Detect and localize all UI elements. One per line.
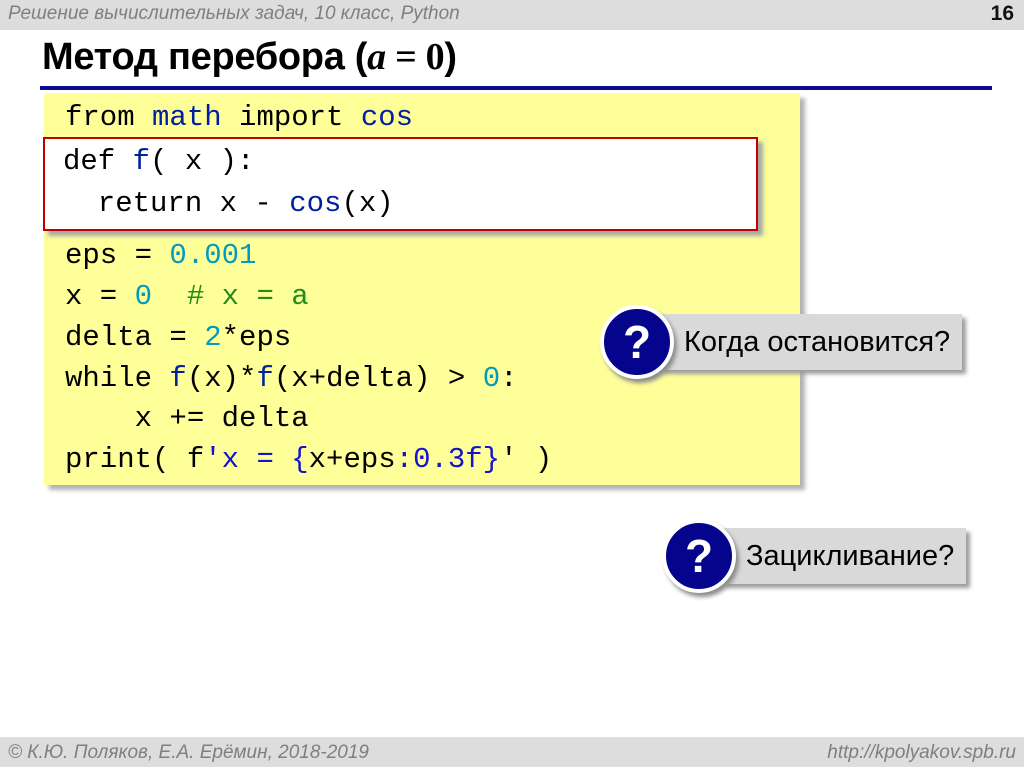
title-equals: = <box>385 36 426 78</box>
code-line-import: from math import cos <box>65 101 414 134</box>
callout-text-box: Зацикливание? <box>722 528 967 584</box>
title-suffix: ) <box>444 36 457 78</box>
question-icon: ? <box>662 519 736 593</box>
title-variable: a <box>367 36 386 78</box>
title-value: 0 <box>425 36 445 78</box>
slide-title: Метод перебора (a = 0) <box>42 35 457 79</box>
code-line-def: def f( x ): <box>63 145 255 178</box>
page-number: 16 <box>990 2 1014 25</box>
footer-authors: © К.Ю. Поляков, Е.А. Ерёмин, 2018-2019 <box>8 742 369 763</box>
code-line-eps: eps = 0.001 <box>65 239 257 272</box>
code-line-print: print( f'x = {x+eps:0.3f}' ) <box>65 443 553 476</box>
title-rule <box>40 86 992 90</box>
code-line-x: x = 0 # x = a <box>65 280 309 313</box>
callout-text-box: Когда остановится? <box>660 314 963 370</box>
callout-infinite-loop: ? Зацикливание? <box>662 519 967 593</box>
callout-text: Зацикливание? <box>746 539 955 572</box>
code-line-return: return x - cos(x) <box>63 187 394 220</box>
footer-url[interactable]: http://kpolyakov.spb.ru <box>827 742 1016 764</box>
code-line-while: while f(x)*f(x+delta) > 0: <box>65 362 518 395</box>
code-line-loop-body: x += delta <box>65 402 309 435</box>
callout-text: Когда остановится? <box>684 325 951 358</box>
question-icon: ? <box>600 305 674 379</box>
callout-when-stop: ? Когда остановится? <box>600 305 963 379</box>
code-line-delta: delta = 2*eps <box>65 321 292 354</box>
title-prefix: Метод перебора ( <box>42 36 368 78</box>
course-title: Решение вычислительных задач, 10 класс, … <box>8 3 460 24</box>
